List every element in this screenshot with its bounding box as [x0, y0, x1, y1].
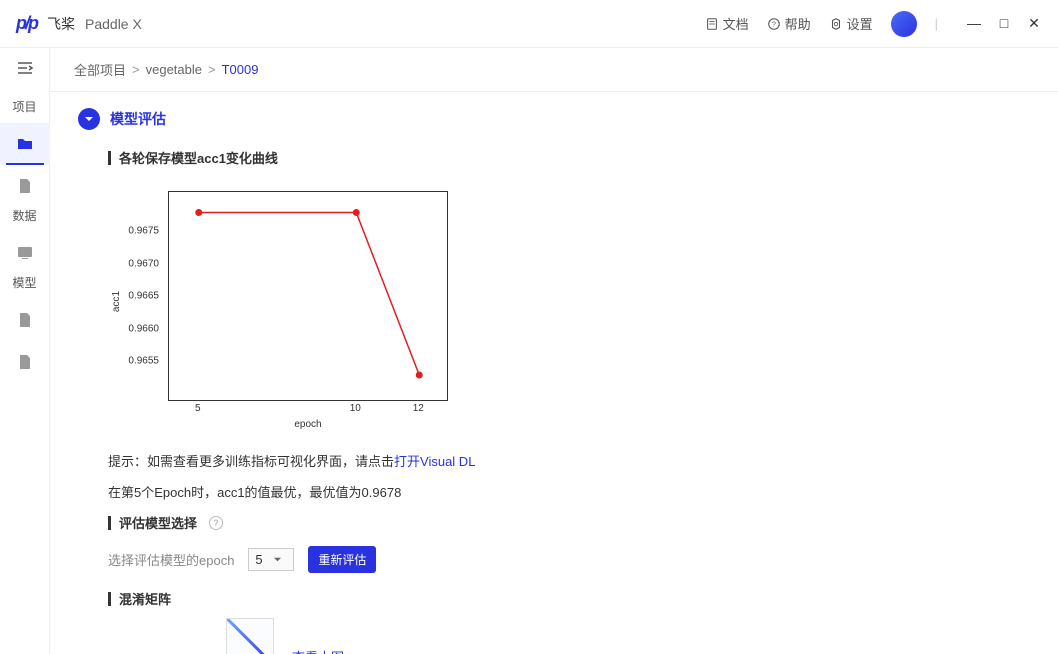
close-button[interactable]: ✕ — [1026, 15, 1042, 32]
help-tooltip-icon[interactable]: ? — [209, 516, 223, 530]
sidebar-label-project: 项目 — [12, 98, 36, 115]
logo-icon: p/p — [16, 13, 37, 34]
gear-icon — [829, 17, 843, 31]
sidebar-item-monitor[interactable] — [0, 232, 50, 274]
sidebar-item-file1[interactable] — [0, 165, 50, 207]
breadcrumb-sep: > — [132, 62, 140, 77]
breadcrumb-project[interactable]: vegetable — [146, 62, 202, 77]
visual-dl-link[interactable]: 打开Visual DL — [394, 454, 475, 469]
acc1-chart: 0.96550.96600.96650.96700.9675 51012 acc… — [108, 181, 1030, 431]
subhead-bar — [108, 516, 111, 530]
confusion-matrix-thumb[interactable] — [226, 618, 274, 654]
sidebar-label-model: 模型 — [12, 274, 36, 291]
sidebar-item-file2[interactable] — [0, 299, 50, 341]
file-icon — [16, 311, 34, 329]
epoch-select[interactable]: 5 — [248, 548, 294, 571]
best-value-text: 在第5个Epoch时，acc1的值最优，最优值为0.9678 — [108, 482, 1030, 501]
file-icon — [16, 353, 34, 371]
help-link[interactable]: ? 帮助 — [767, 14, 811, 33]
titlebar: p/p 飞桨 Paddle X 文档 ? 帮助 设置 | — □ ✕ — [0, 0, 1058, 48]
content-scroll[interactable]: 模型评估 各轮保存模型acc1变化曲线 — [50, 92, 1058, 654]
breadcrumb-root[interactable]: 全部项目 — [74, 60, 126, 79]
sidebar-toggle-icon[interactable] — [15, 58, 35, 78]
breadcrumb-sep: > — [208, 62, 216, 77]
monitor-icon — [16, 244, 34, 262]
divider: | — [935, 16, 938, 31]
file-icon — [16, 177, 34, 195]
avatar[interactable] — [891, 11, 917, 37]
logo: p/p 飞桨 Paddle X — [16, 13, 142, 34]
sidebar-item-file3[interactable] — [0, 341, 50, 383]
view-large-link[interactable]: 查看大图 — [292, 647, 344, 654]
maximize-button[interactable]: □ — [996, 15, 1012, 32]
svg-text:?: ? — [772, 21, 776, 28]
breadcrumb: 全部项目 > vegetable > T0009 — [50, 48, 1058, 92]
help-icon: ? — [767, 17, 781, 31]
subhead-bar — [108, 151, 111, 165]
sidebar: 项目 数据 模型 — [0, 48, 50, 654]
eval-epoch-label: 选择评估模型的epoch — [108, 550, 234, 569]
section-title: 模型评估 — [110, 109, 166, 129]
chevron-down-icon — [273, 555, 282, 564]
logo-cn: 飞桨 — [47, 14, 75, 34]
sidebar-item-folder[interactable] — [0, 123, 50, 165]
eval-select-title: 评估模型选择 — [119, 513, 197, 532]
folder-icon — [16, 135, 34, 153]
chart-xlabel: epoch — [168, 419, 448, 430]
chart-svg — [169, 192, 449, 402]
breadcrumb-task: T0009 — [222, 62, 259, 77]
sidebar-label-data: 数据 — [12, 207, 36, 224]
tip-line: 提示：如需查看更多训练指标可视化界面，请点击打开Visual DL — [108, 451, 1030, 470]
docs-link[interactable]: 文档 — [705, 14, 749, 33]
chart-title: 各轮保存模型acc1变化曲线 — [119, 148, 278, 167]
settings-link[interactable]: 设置 — [829, 14, 873, 33]
chart-ylabel: acc1 — [111, 291, 122, 312]
confusion-title: 混淆矩阵 — [119, 589, 171, 608]
subhead-bar — [108, 592, 111, 606]
chevron-down-icon — [83, 113, 95, 125]
collapse-toggle[interactable] — [78, 108, 100, 130]
reevaluate-button[interactable]: 重新评估 — [308, 546, 376, 573]
minimize-button[interactable]: — — [966, 15, 982, 32]
doc-icon — [705, 17, 719, 31]
logo-en: Paddle X — [85, 16, 142, 32]
